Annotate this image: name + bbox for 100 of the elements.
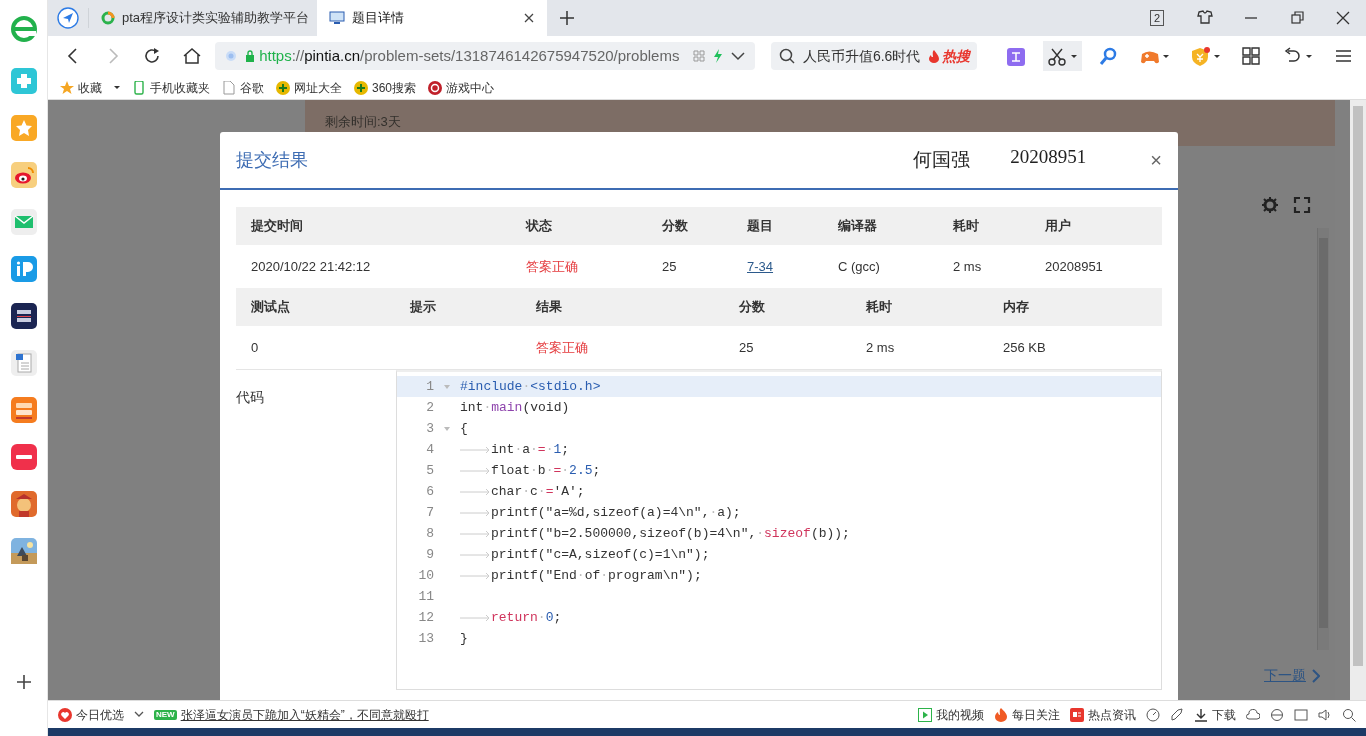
column-header: 题目: [746, 217, 774, 236]
table-cell: 2020/10/22 21:42:12: [251, 258, 371, 274]
line-number: 12: [417, 608, 434, 627]
bookmark[interactable]: 收藏: [60, 78, 120, 97]
chevron-right-icon: [1312, 668, 1320, 683]
star-app-icon[interactable]: [10, 115, 37, 141]
column-header: 内存: [1002, 298, 1030, 317]
notes-app-icon[interactable]: [10, 444, 37, 470]
column-header: 编译器: [837, 217, 878, 236]
navigation-icon[interactable]: [57, 7, 79, 29]
pinduo-app-icon[interactable]: [10, 256, 37, 282]
bookmark[interactable]: 手机收藏夹: [132, 78, 210, 97]
column-header: 用户: [1044, 217, 1072, 236]
caret-icon: [114, 86, 120, 89]
line-number: 4: [425, 440, 434, 459]
bookmark[interactable]: 游戏中心: [428, 78, 495, 97]
play-icon: [918, 707, 932, 722]
speed-icon[interactable]: [1146, 707, 1160, 722]
code-line: {: [460, 419, 468, 438]
caret-icon[interactable]: [1214, 54, 1221, 58]
close-icon[interactable]: [523, 12, 535, 24]
search-field[interactable]: 人民币升值6.6时代 热搜: [770, 42, 977, 70]
browser-icon[interactable]: [1270, 707, 1284, 722]
tab-arrow-icon: [460, 445, 491, 454]
key-search-icon[interactable]: [1099, 46, 1119, 66]
bookmark[interactable]: 谷歌: [222, 78, 264, 97]
address-field[interactable]: https://pintia.cn/problem-sets/1318746142675947520/problems: [215, 42, 755, 70]
table-cell: 2 ms: [866, 339, 895, 355]
grid-icon[interactable]: [1242, 46, 1262, 66]
close-button[interactable]: ×: [1150, 150, 1162, 170]
browser-tab[interactable]: pta程序设计类实验辅助教学平台: [89, 0, 317, 36]
code-line: printf("a=%d,sizeof(a)=4\n",·a);: [491, 503, 741, 522]
search-icon[interactable]: [1342, 707, 1356, 722]
caret-icon[interactable]: [1306, 54, 1313, 58]
problem-link[interactable]: 7-34: [747, 258, 774, 274]
caret-icon[interactable]: [1163, 54, 1170, 58]
line-number: 11: [417, 587, 434, 606]
fullscreen-icon[interactable]: [1293, 196, 1311, 214]
chevron-down-icon[interactable]: [730, 51, 745, 61]
bookmark[interactable]: 360搜索: [354, 78, 417, 97]
ring-logo-icon: [101, 11, 115, 25]
flame-icon: [928, 49, 941, 63]
code-line: char·c·='A';: [491, 482, 585, 501]
code-line: printf("End·of·program\n");: [491, 566, 702, 585]
close-icon[interactable]: [1334, 9, 1352, 27]
chevron-down-icon[interactable]: [134, 710, 144, 719]
hot-search-tag[interactable]: 热搜: [928, 45, 971, 67]
tab-arrow-icon: [460, 571, 491, 580]
game-logo-icon: [428, 80, 443, 95]
browser-tab[interactable]: 题目详情: [317, 0, 547, 36]
novel-app-icon[interactable]: [10, 397, 37, 423]
line-number: 5: [425, 461, 434, 480]
table-cell: 0: [251, 339, 259, 355]
status-text: 答案正确: [526, 258, 578, 274]
line-number: 3: [425, 419, 434, 438]
volume-icon[interactable]: [1318, 707, 1332, 722]
site-icon: [225, 50, 238, 62]
cloud-icon[interactable]: [1246, 707, 1260, 722]
status-item[interactable]: 每日关注: [994, 705, 1060, 724]
column-header: 耗时: [952, 217, 980, 236]
flame-icon: [994, 707, 1008, 722]
status-item[interactable]: 下载: [1194, 705, 1236, 724]
caret-icon[interactable]: [1071, 54, 1078, 58]
status-item[interactable]: 热点资讯: [1070, 705, 1136, 724]
status-text: 答案正确: [536, 339, 588, 355]
browser-logo-icon[interactable]: [8, 14, 39, 44]
weibo-app-icon[interactable]: [10, 162, 37, 188]
settings-icon[interactable]: [1261, 196, 1279, 214]
tab-count[interactable]: 2: [1150, 10, 1164, 26]
translate-icon[interactable]: [1007, 46, 1027, 66]
shield-icon[interactable]: [1191, 46, 1211, 66]
dialog-title: 提交结果: [236, 148, 308, 172]
scissors-icon[interactable]: [1048, 46, 1068, 66]
school-app-icon[interactable]: [10, 303, 37, 329]
monitor-icon: [329, 11, 345, 25]
new-badge: NEW: [154, 709, 177, 720]
plus-circle-icon: [276, 80, 290, 95]
game-character-icon[interactable]: [10, 491, 37, 517]
news-link[interactable]: 张泽逼女演员下跪加入“妖精会”，不同意就殴打: [180, 705, 429, 724]
page-scrollbar[interactable]: [1350, 100, 1366, 700]
line-number: 6: [425, 482, 434, 501]
code-line: return·0;: [491, 608, 562, 627]
restore-icon[interactable]: [1288, 9, 1306, 27]
code-label: 代码: [236, 388, 265, 407]
code-line: #include·<stdio.h>: [460, 377, 601, 396]
document-app-icon[interactable]: [10, 350, 37, 376]
status-item[interactable]: 今日优选: [58, 705, 124, 724]
new-tab-icon[interactable]: [559, 10, 575, 26]
code-line: int·main(void): [460, 398, 570, 417]
tab-arrow-icon: [460, 466, 491, 475]
add-icon[interactable]: [15, 674, 32, 690]
bookmark[interactable]: 网址大全: [276, 78, 342, 97]
table-cell: 2 ms: [953, 258, 982, 274]
status-item[interactable]: 我的视频: [918, 705, 984, 724]
column-header: 提交时间: [250, 217, 304, 236]
skin-icon[interactable]: [1196, 9, 1214, 27]
phone-icon: [132, 80, 146, 95]
code-line: float·b·=·2.5;: [491, 461, 601, 480]
remaining-time-text: 剩余时间:3天: [325, 114, 401, 129]
news-icon: [1070, 707, 1084, 722]
